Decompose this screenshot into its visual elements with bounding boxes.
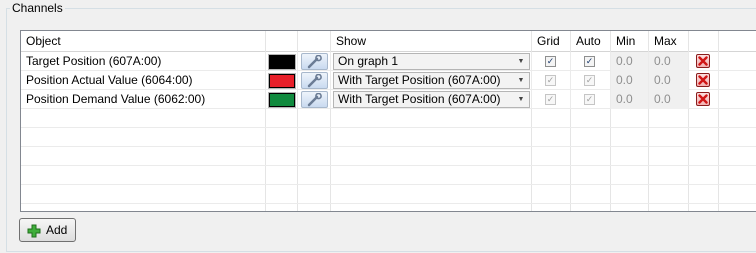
chevron-down-icon: ▼ — [517, 77, 525, 84]
chevron-down-icon: ▼ — [517, 96, 525, 103]
show-dropdown-value: On graph 1 — [338, 54, 399, 68]
column-header-max[interactable]: Max — [649, 31, 689, 52]
empty-row — [21, 147, 756, 166]
auto-checkbox[interactable]: ✓ — [584, 75, 595, 86]
auto-checkbox[interactable]: ✓ — [584, 56, 595, 67]
show-dropdown[interactable]: With Target Position (607A:00) ▼ — [333, 72, 530, 89]
show-dropdown[interactable]: With Target Position (607A:00) ▼ — [333, 91, 530, 108]
object-name: Position Actual Value (6064:00) — [21, 71, 266, 90]
empty-row — [21, 128, 756, 147]
min-value[interactable]: 0.0 — [611, 90, 649, 109]
table-header: Object Show Grid Auto Min Max — [21, 31, 756, 52]
empty-row — [21, 185, 756, 204]
column-header-delete[interactable] — [689, 31, 719, 52]
min-value[interactable]: 0.0 — [611, 71, 649, 90]
table-row[interactable]: Target Position (607A:00) On graph 1 ▼ ✓… — [21, 52, 756, 71]
delete-button[interactable] — [696, 92, 710, 106]
column-header-min[interactable]: Min — [611, 31, 649, 52]
add-button-label: Add — [46, 223, 68, 237]
wrench-icon — [307, 74, 322, 88]
object-name: Target Position (607A:00) — [21, 52, 266, 71]
grid-checkbox[interactable]: ✓ — [545, 94, 556, 105]
edit-button[interactable] — [301, 72, 328, 89]
group-title: Channels — [10, 1, 65, 15]
red-x-icon — [698, 56, 708, 66]
column-header-edit[interactable] — [298, 31, 331, 52]
wrench-icon — [307, 55, 322, 69]
delete-button[interactable] — [696, 54, 710, 68]
color-swatch[interactable] — [268, 73, 296, 89]
empty-row — [21, 204, 756, 211]
auto-checkbox[interactable]: ✓ — [584, 94, 595, 105]
chevron-down-icon: ▼ — [517, 58, 525, 65]
show-dropdown[interactable]: On graph 1 ▼ — [333, 53, 530, 70]
grid-checkbox[interactable]: ✓ — [545, 75, 556, 86]
color-swatch[interactable] — [268, 54, 296, 70]
min-value[interactable]: 0.0 — [611, 52, 649, 71]
table-body: Target Position (607A:00) On graph 1 ▼ ✓… — [21, 52, 756, 211]
edit-button[interactable] — [301, 53, 328, 70]
object-name: Position Demand Value (6062:00) — [21, 90, 266, 109]
max-value[interactable]: 0.0 — [649, 52, 689, 71]
empty-row — [21, 166, 756, 185]
delete-button[interactable] — [696, 73, 710, 87]
grid-checkbox[interactable]: ✓ — [545, 56, 556, 67]
max-value[interactable]: 0.0 — [649, 90, 689, 109]
edit-button[interactable] — [301, 91, 328, 108]
table-row[interactable]: Position Actual Value (6064:00) With Tar… — [21, 71, 756, 90]
table-row[interactable]: Position Demand Value (6062:00) With Tar… — [21, 90, 756, 109]
red-x-icon — [698, 94, 708, 104]
show-dropdown-value: With Target Position (607A:00) — [338, 92, 501, 106]
column-header-show[interactable]: Show — [331, 31, 532, 52]
wrench-icon — [307, 93, 322, 107]
green-plus-icon — [27, 224, 41, 238]
column-header-object[interactable]: Object — [21, 31, 266, 52]
column-header-grid[interactable]: Grid — [532, 31, 571, 52]
red-x-icon — [698, 75, 708, 85]
add-button[interactable]: Add — [19, 218, 76, 242]
empty-row — [21, 109, 756, 128]
column-header-auto[interactable]: Auto — [571, 31, 611, 52]
channels-table: Object Show Grid Auto Min Max Target Pos… — [20, 30, 756, 212]
max-value[interactable]: 0.0 — [649, 71, 689, 90]
color-swatch[interactable] — [268, 92, 296, 108]
show-dropdown-value: With Target Position (607A:00) — [338, 73, 501, 87]
column-header-color[interactable] — [266, 31, 298, 52]
